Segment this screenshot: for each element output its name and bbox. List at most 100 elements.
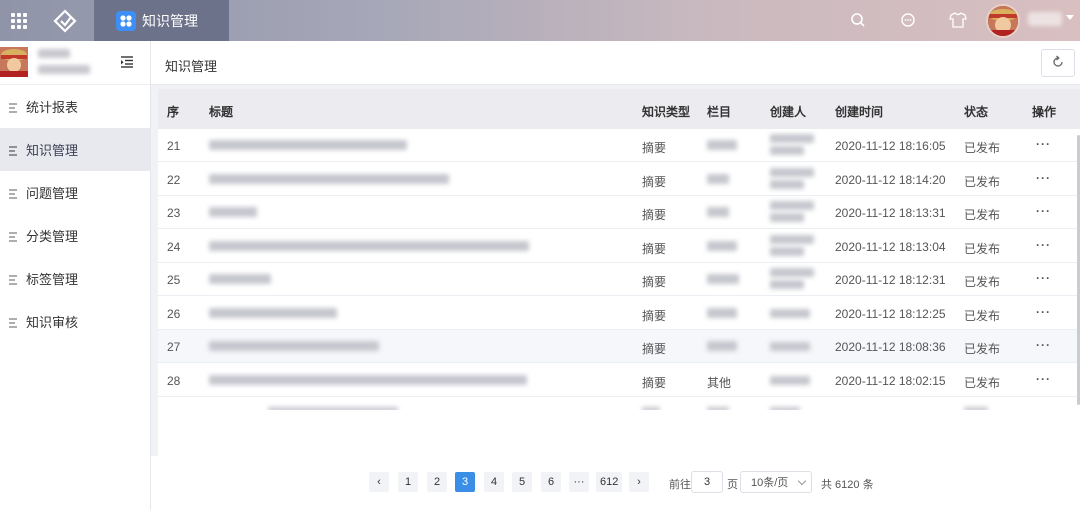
status-blur xyxy=(964,407,988,410)
sidebar-item-stats[interactable]: 统计报表 xyxy=(0,85,150,128)
chat-icon[interactable] xyxy=(897,9,919,31)
menu-collapse-icon[interactable] xyxy=(120,56,134,68)
col-creator: 创建人 xyxy=(770,105,807,119)
sidebar-item-tags[interactable]: 标签管理 xyxy=(0,257,150,300)
row-status: 已发布 xyxy=(964,308,1001,323)
sidebar-item-review[interactable]: 知识审核 xyxy=(0,300,150,343)
row-created-at: 2020-11-12 18:12:31 xyxy=(835,273,946,287)
pagination: ‹ 1 2 3 4 5 6 ··· 612 › 前往 页 10条/页 共 612… xyxy=(151,456,1080,510)
row-created-at: 2020-11-12 18:12:25 xyxy=(835,306,946,321)
title-blur xyxy=(209,207,257,217)
sidebar-item-questions[interactable]: 问题管理 xyxy=(0,171,150,214)
creator-blur xyxy=(770,407,800,410)
next-page-button[interactable]: › xyxy=(629,472,649,492)
creator-blur-line xyxy=(770,213,804,222)
more-actions-icon[interactable]: ··· xyxy=(1036,271,1051,285)
sidebar-menu: 统计报表 知识管理 问题管理 分类管理 标签管理 知识审核 xyxy=(0,85,150,343)
column-blur xyxy=(707,140,737,150)
table-row[interactable]: 21 摘要 2020-11-12 18:16:05 已发布 ··· xyxy=(158,129,1080,162)
creator-blur-line xyxy=(770,234,814,244)
table-row[interactable]: 25 摘要 2020-11-12 18:12:31 已发布 ··· xyxy=(158,263,1080,296)
chevron-down-icon[interactable] xyxy=(1066,15,1074,20)
row-created-at: 2020-11-12 18:13:31 xyxy=(835,206,946,220)
page-last-button[interactable]: 612 xyxy=(596,472,623,492)
search-icon[interactable] xyxy=(847,9,869,31)
page-6-button[interactable]: 6 xyxy=(541,472,561,492)
page-ellipsis[interactable]: ··· xyxy=(569,472,589,492)
row-index: 24 xyxy=(167,239,181,254)
prev-page-button[interactable]: ‹ xyxy=(369,472,389,492)
clover-icon xyxy=(116,10,136,31)
table-row[interactable]: 28 摘要 其他 2020-11-12 18:02:15 已发布 ··· xyxy=(158,364,1080,397)
creator-blur-line xyxy=(770,246,804,256)
creator-blur-line xyxy=(770,280,804,289)
creator-blur-line xyxy=(770,167,814,177)
row-status: 已发布 xyxy=(964,241,1001,256)
list-icon xyxy=(9,101,17,113)
top-bar: 知识管理 xyxy=(0,0,1080,41)
table-row[interactable]: 27 摘要 2020-11-12 18:08:36 已发布 ··· xyxy=(158,330,1080,363)
page-3-button[interactable]: 3 xyxy=(455,472,475,492)
table-row[interactable]: 24 摘要 2020-11-12 18:13:04 已发布 ··· xyxy=(158,230,1080,263)
table-row[interactable]: 22 摘要 2020-11-12 18:14:20 已发布 ··· xyxy=(158,163,1080,196)
row-column-blur xyxy=(707,307,737,321)
app-tab-knowledge[interactable]: 知识管理 xyxy=(94,0,229,41)
more-actions-icon[interactable]: ··· xyxy=(1036,238,1051,252)
row-creator-blur xyxy=(770,233,822,260)
table-row[interactable]: 26 摘要 2020-11-12 18:12:25 已发布 ··· xyxy=(158,297,1080,330)
row-title-blur[interactable] xyxy=(209,307,337,321)
page-4-button[interactable]: 4 xyxy=(484,472,504,492)
app-tab-label: 知识管理 xyxy=(142,12,198,29)
col-title: 标题 xyxy=(209,105,234,119)
row-title-blur[interactable] xyxy=(209,240,529,254)
row-index: 27 xyxy=(167,340,181,354)
goto-page-input[interactable] xyxy=(691,471,723,493)
avatar[interactable] xyxy=(986,4,1020,38)
more-actions-icon[interactable]: ··· xyxy=(1036,204,1051,218)
row-index: 25 xyxy=(167,273,181,287)
row-title-blur[interactable] xyxy=(209,139,407,153)
title-blur xyxy=(209,173,449,184)
row-status: 已发布 xyxy=(964,208,1001,222)
list-icon xyxy=(9,316,17,328)
row-title-blur[interactable] xyxy=(209,374,527,388)
row-title-blur[interactable] xyxy=(209,206,257,220)
sidebar-item-knowledge[interactable]: 知识管理 xyxy=(0,128,150,171)
row-type: 摘要 xyxy=(642,375,667,390)
col-created-at: 创建时间 xyxy=(835,105,884,119)
more-actions-icon[interactable]: ··· xyxy=(1036,305,1051,319)
page-5-button[interactable]: 5 xyxy=(512,472,532,492)
apps-grid-button[interactable] xyxy=(0,0,38,41)
row-type: 摘要 xyxy=(642,241,667,256)
creator-blur-line xyxy=(770,134,814,143)
refresh-button[interactable] xyxy=(1041,49,1075,77)
row-status: 已发布 xyxy=(964,174,1001,189)
shirt-icon[interactable] xyxy=(947,9,969,31)
row-title-blur[interactable] xyxy=(209,340,379,354)
logo-icon[interactable] xyxy=(52,8,78,34)
page-size-select[interactable]: 10条/页 xyxy=(740,471,812,493)
apps-grid-icon xyxy=(11,12,27,29)
column-blur xyxy=(707,240,737,251)
creator-blur-line xyxy=(770,179,804,189)
main-content: 知识管理 序 标题 知识类型 栏目 创建人 创建时间 状态 操作 21 摘要 202… xyxy=(151,41,1080,510)
row-title-blur[interactable] xyxy=(209,273,271,287)
list-icon xyxy=(9,144,17,156)
more-actions-icon[interactable]: ··· xyxy=(1036,137,1051,151)
row-status: 已发布 xyxy=(964,275,1001,289)
page-1-button[interactable]: 1 xyxy=(398,472,418,492)
sidebar: 统计报表 知识管理 问题管理 分类管理 标签管理 知识审核 xyxy=(0,41,151,510)
sidebar-item-categories[interactable]: 分类管理 xyxy=(0,214,150,257)
page-2-button[interactable]: 2 xyxy=(427,472,447,492)
more-actions-icon[interactable]: ··· xyxy=(1036,372,1051,386)
row-title-blur[interactable] xyxy=(209,173,449,187)
creator-blur-line xyxy=(770,201,814,210)
table-row[interactable]: 23 摘要 2020-11-12 18:13:31 已发布 ··· xyxy=(158,196,1080,229)
more-actions-icon[interactable]: ··· xyxy=(1036,338,1051,352)
more-actions-icon[interactable]: ··· xyxy=(1036,171,1051,185)
user-name[interactable] xyxy=(1028,12,1062,26)
row-type: 摘要 xyxy=(642,208,667,222)
row-status: 已发布 xyxy=(964,342,1001,356)
sidebar-item-label: 问题管理 xyxy=(26,186,79,201)
creator-blur-line xyxy=(770,342,810,351)
